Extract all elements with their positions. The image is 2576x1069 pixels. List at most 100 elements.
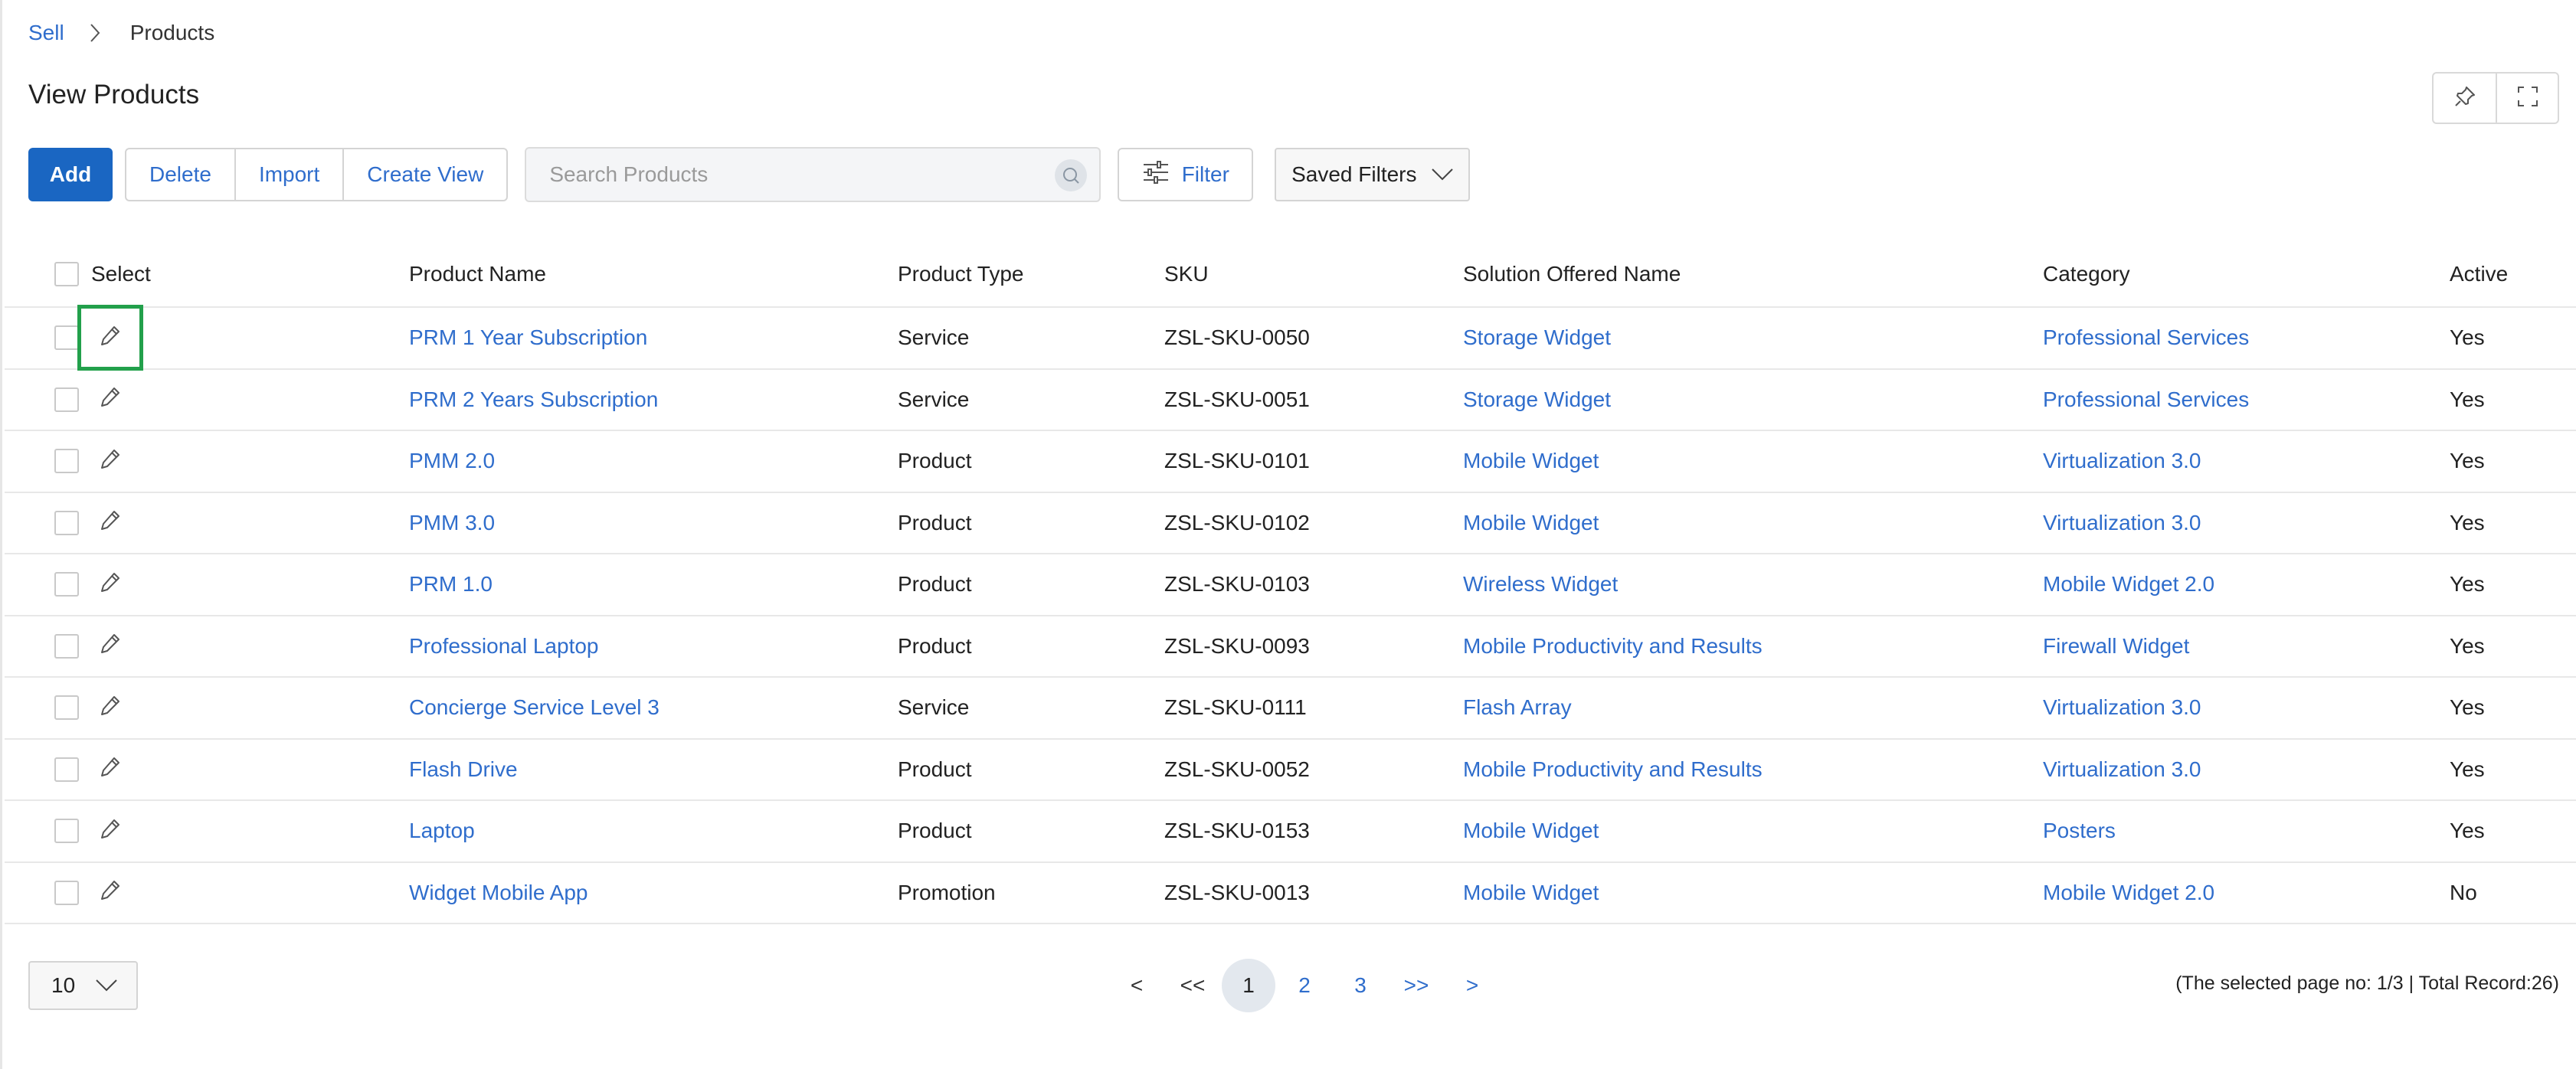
- add-button[interactable]: Add: [28, 148, 113, 201]
- row-checkbox[interactable]: [54, 695, 79, 721]
- solution-offered-link[interactable]: Mobile Widget: [1463, 863, 1599, 924]
- row-checkbox[interactable]: [54, 633, 79, 659]
- product-name-link[interactable]: PMM 2.0: [409, 431, 495, 492]
- row-checkbox[interactable]: [54, 387, 79, 412]
- product-type: Product: [898, 449, 972, 473]
- column-header-product-name[interactable]: Product Name: [409, 242, 546, 306]
- filter-button[interactable]: Filter: [1118, 148, 1254, 201]
- page-3-button[interactable]: 3: [1334, 959, 1387, 1012]
- last-page-button[interactable]: >>: [1389, 959, 1443, 1012]
- page-size-select[interactable]: 10: [28, 961, 138, 1010]
- active-status: Yes: [2450, 325, 2485, 350]
- product-name-link[interactable]: Flash Drive: [409, 740, 518, 800]
- category-link[interactable]: Professional Services: [2043, 370, 2249, 430]
- solution-offered-link[interactable]: Wireless Widget: [1463, 554, 1618, 615]
- first-page-button[interactable]: <<: [1166, 959, 1219, 1012]
- column-header-solution-offered-name[interactable]: Solution Offered Name: [1463, 242, 1681, 306]
- table-body: PRM 1 Year Subscription Service ZSL-SKU-00…: [5, 305, 2576, 926]
- pin-button[interactable]: [2434, 74, 2496, 123]
- product-name-link[interactable]: Concierge Service Level 3: [409, 678, 660, 738]
- edit-button[interactable]: [77, 367, 143, 433]
- product-name-link[interactable]: PRM 2 Years Subscription: [409, 370, 658, 430]
- breadcrumb-sell-link[interactable]: Sell: [28, 21, 64, 45]
- edit-button[interactable]: [77, 860, 143, 926]
- solution-offered-link[interactable]: Mobile Widget: [1463, 801, 1599, 861]
- edit-button[interactable]: [77, 613, 143, 679]
- solution-offered-link[interactable]: Mobile Widget: [1463, 493, 1599, 554]
- product-name-link[interactable]: PRM 1 Year Subscription: [409, 308, 647, 368]
- category-link[interactable]: Virtualization 3.0: [2043, 740, 2201, 800]
- product-type: Product: [898, 510, 972, 534]
- import-button[interactable]: Import: [234, 149, 342, 200]
- product-name-link[interactable]: Laptop: [409, 801, 475, 861]
- next-page-button[interactable]: >: [1445, 959, 1499, 1012]
- category-link[interactable]: Virtualization 3.0: [2043, 431, 2201, 492]
- delete-button[interactable]: Delete: [126, 149, 234, 200]
- page-1-button[interactable]: 1: [1222, 959, 1275, 1012]
- active-status: Yes: [2450, 695, 2485, 720]
- solution-offered-link[interactable]: Flash Array: [1463, 678, 1572, 738]
- product-type: Product: [898, 819, 972, 843]
- product-type: Service: [898, 325, 970, 350]
- edit-pencil-icon: [99, 632, 122, 660]
- edit-cell: [77, 616, 143, 677]
- page-2-button[interactable]: 2: [1278, 959, 1331, 1012]
- solution-offered-link[interactable]: Mobile Productivity and Results: [1463, 740, 1763, 800]
- table-row: Professional Laptop Product ZSL-SKU-0093 Mo…: [5, 616, 2576, 678]
- active-status: Yes: [2450, 510, 2485, 534]
- product-name-link[interactable]: Widget Mobile App: [409, 863, 588, 924]
- solution-offered-link[interactable]: Mobile Widget: [1463, 431, 1599, 492]
- edit-button[interactable]: [77, 798, 143, 864]
- solution-offered-link[interactable]: Mobile Productivity and Results: [1463, 616, 1763, 677]
- row-checkbox[interactable]: [54, 510, 79, 535]
- edit-button[interactable]: [77, 490, 143, 556]
- category-link[interactable]: Professional Services: [2043, 308, 2249, 368]
- category-link[interactable]: Firewall Widget: [2043, 616, 2189, 677]
- select-all-checkbox[interactable]: [54, 262, 79, 286]
- page-size-value: 10: [51, 973, 76, 997]
- category-link[interactable]: Virtualization 3.0: [2043, 493, 2201, 554]
- edit-button[interactable]: [77, 675, 143, 740]
- edit-cell: [77, 740, 143, 800]
- edit-button[interactable]: [77, 551, 143, 617]
- column-header-category[interactable]: Category: [2043, 242, 2130, 306]
- product-type: Promotion: [898, 880, 996, 904]
- product-type: Product: [898, 633, 972, 658]
- edit-button[interactable]: [77, 737, 143, 803]
- edit-pencil-icon: [99, 878, 122, 907]
- product-name-link[interactable]: PRM 1.0: [409, 554, 493, 615]
- column-header-active[interactable]: Active: [2450, 242, 2508, 306]
- chevron-down-icon: [1431, 162, 1454, 187]
- saved-filters-dropdown[interactable]: Saved Filters: [1275, 148, 1471, 201]
- saved-filters-label: Saved Filters: [1291, 162, 1417, 186]
- page-info: (The selected page no: 1/3 | Total Recor…: [2175, 973, 2559, 994]
- fullscreen-button[interactable]: [2496, 74, 2558, 123]
- column-header-sku[interactable]: SKU: [1164, 242, 1209, 306]
- chevron-down-icon: [95, 973, 118, 998]
- category-link[interactable]: Mobile Widget 2.0: [2043, 554, 2214, 615]
- row-checkbox[interactable]: [54, 819, 79, 844]
- column-header-select: Select: [91, 262, 151, 286]
- solution-offered-link[interactable]: Storage Widget: [1463, 370, 1611, 430]
- table-row: PRM 2 Years Subscription Service ZSL-SKU-0…: [5, 367, 2576, 433]
- active-status: Yes: [2450, 757, 2485, 781]
- category-link[interactable]: Posters: [2043, 801, 2116, 861]
- row-checkbox[interactable]: [54, 880, 79, 905]
- row-checkbox[interactable]: [54, 572, 79, 597]
- category-link[interactable]: Mobile Widget 2.0: [2043, 863, 2214, 924]
- view-controls: [2432, 72, 2559, 124]
- create-view-button[interactable]: Create View: [342, 149, 506, 200]
- prev-page-button[interactable]: <: [1110, 959, 1164, 1012]
- search-icon[interactable]: [1055, 159, 1088, 191]
- product-name-link[interactable]: PMM 3.0: [409, 493, 495, 554]
- row-checkbox[interactable]: [54, 449, 79, 474]
- row-checkbox[interactable]: [54, 325, 79, 351]
- solution-offered-link[interactable]: Storage Widget: [1463, 308, 1611, 368]
- category-link[interactable]: Virtualization 3.0: [2043, 678, 2201, 738]
- product-name-link[interactable]: Professional Laptop: [409, 616, 599, 677]
- row-checkbox[interactable]: [54, 757, 79, 782]
- search-input[interactable]: [526, 149, 1100, 201]
- edit-button[interactable]: [77, 305, 143, 371]
- column-header-product-type[interactable]: Product Type: [898, 242, 1023, 306]
- edit-button[interactable]: [77, 428, 143, 494]
